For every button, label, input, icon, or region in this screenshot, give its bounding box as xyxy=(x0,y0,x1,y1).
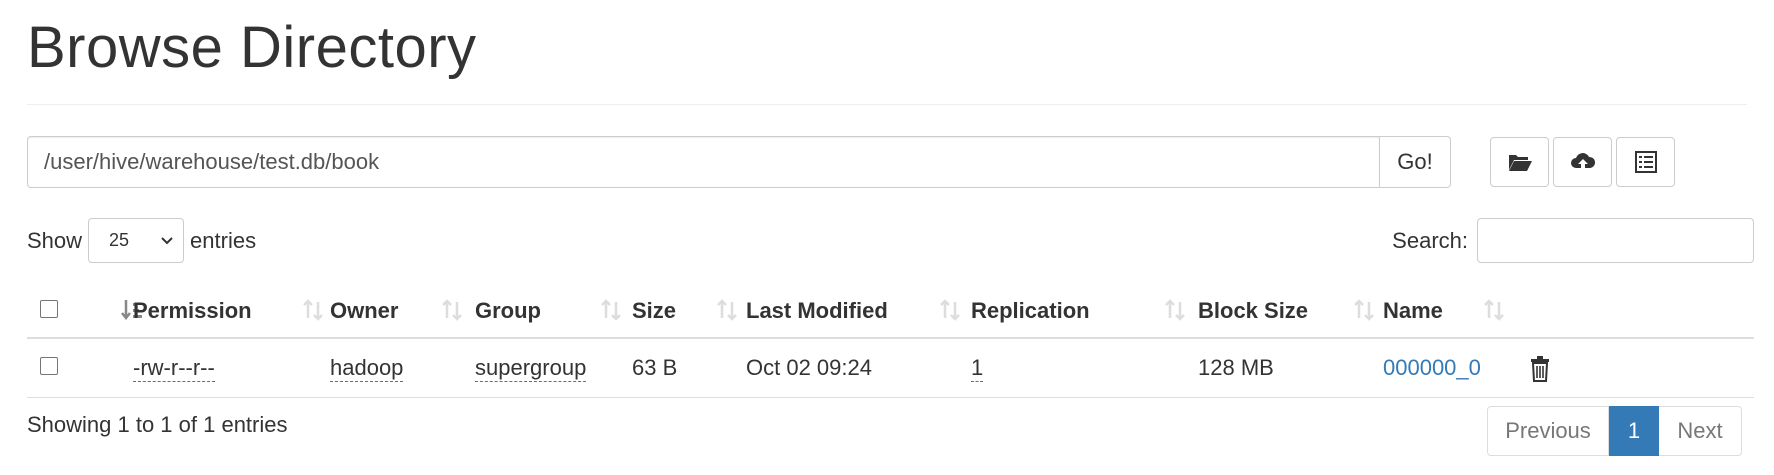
entries-length-control: Show 25 entries xyxy=(27,218,256,263)
replication-value[interactable]: 1 xyxy=(971,355,984,382)
show-label: Show xyxy=(27,227,83,253)
permission-cell: -rw-r--r-- xyxy=(133,338,330,398)
size-cell: 63 B xyxy=(632,338,746,398)
cloud-upload-icon xyxy=(1570,153,1595,170)
current-page-button[interactable]: 1 xyxy=(1609,406,1659,456)
actions-header xyxy=(1517,285,1754,339)
sort-both-icon xyxy=(442,299,462,321)
sort-column-header[interactable] xyxy=(93,285,142,339)
block-size-cell: 128 MB xyxy=(1198,338,1383,398)
table-header-row: Permission Owner Group Size Last Modifie… xyxy=(27,285,1754,339)
entries-per-page-value: 25 xyxy=(109,230,130,250)
sort-both-icon xyxy=(940,299,960,321)
column-label: Size xyxy=(632,298,677,323)
last-modified-cell: Oct 02 09:24 xyxy=(746,338,971,398)
chevron-down-icon xyxy=(161,237,173,245)
column-label: Block Size xyxy=(1198,298,1309,323)
folder-open-icon xyxy=(1508,155,1532,171)
file-name-link[interactable]: 000000_0 xyxy=(1383,355,1481,380)
table-info: Showing 1 to 1 of 1 entries xyxy=(27,412,288,437)
column-label: Owner xyxy=(330,298,399,323)
column-block-size[interactable]: Block Size xyxy=(1198,285,1383,339)
column-last-modified[interactable]: Last Modified xyxy=(746,285,971,339)
title-divider xyxy=(27,104,1747,105)
column-label: Replication xyxy=(971,298,1090,323)
sort-both-icon xyxy=(1165,299,1185,321)
sort-both-icon xyxy=(1354,299,1374,321)
sort-both-icon xyxy=(717,299,737,321)
trash-icon[interactable] xyxy=(1529,355,1551,382)
select-all-header xyxy=(27,285,93,339)
entries-per-page-select[interactable]: 25 xyxy=(88,218,185,263)
column-replication[interactable]: Replication xyxy=(971,285,1198,339)
path-bar: Go! xyxy=(27,136,1451,188)
cut-paste-button[interactable] xyxy=(1616,137,1675,187)
file-table: Permission Owner Group Size Last Modifie… xyxy=(27,285,1754,398)
group-value[interactable]: supergroup xyxy=(475,355,587,382)
previous-page-button[interactable]: Previous xyxy=(1487,406,1609,456)
column-permission[interactable]: Permission xyxy=(133,285,330,339)
permission-value[interactable]: -rw-r--r-- xyxy=(133,355,215,382)
search-control: Search: xyxy=(1392,218,1754,263)
sort-both-icon xyxy=(303,299,323,321)
directory-path-input[interactable] xyxy=(27,136,1380,188)
next-page-button[interactable]: Next xyxy=(1659,406,1742,456)
select-all-checkbox[interactable] xyxy=(40,300,58,318)
column-group[interactable]: Group xyxy=(475,285,632,339)
column-size[interactable]: Size xyxy=(632,285,746,339)
name-cell: 000000_0 xyxy=(1383,338,1517,398)
sort-both-icon xyxy=(601,299,621,321)
row-select-cell xyxy=(27,338,93,398)
list-alt-icon xyxy=(1634,151,1657,173)
upload-files-button[interactable] xyxy=(1553,137,1612,187)
group-cell: supergroup xyxy=(475,338,632,398)
go-button[interactable]: Go! xyxy=(1380,136,1451,188)
actions-cell xyxy=(1517,338,1754,398)
table-row: -rw-r--r-- hadoop supergroup 63 B Oct 02… xyxy=(27,338,1754,398)
column-label: Last Modified xyxy=(746,298,888,323)
column-label: Name xyxy=(1383,298,1443,323)
column-label: Group xyxy=(475,298,541,323)
create-directory-button[interactable] xyxy=(1490,137,1549,187)
owner-cell: hadoop xyxy=(330,338,475,398)
sort-both-icon xyxy=(1484,299,1504,321)
page-title: Browse Directory xyxy=(27,15,477,80)
row-spacer-cell xyxy=(93,338,133,398)
row-checkbox[interactable] xyxy=(40,357,58,375)
owner-value[interactable]: hadoop xyxy=(330,355,404,382)
search-label: Search: xyxy=(1392,227,1468,253)
replication-cell: 1 xyxy=(971,338,1198,398)
search-input[interactable] xyxy=(1477,218,1754,263)
column-label: Permission xyxy=(133,298,252,323)
column-name[interactable]: Name xyxy=(1383,285,1517,339)
pagination: Previous 1 Next xyxy=(1487,406,1742,456)
entries-label: entries xyxy=(190,227,257,253)
column-owner[interactable]: Owner xyxy=(330,285,475,339)
